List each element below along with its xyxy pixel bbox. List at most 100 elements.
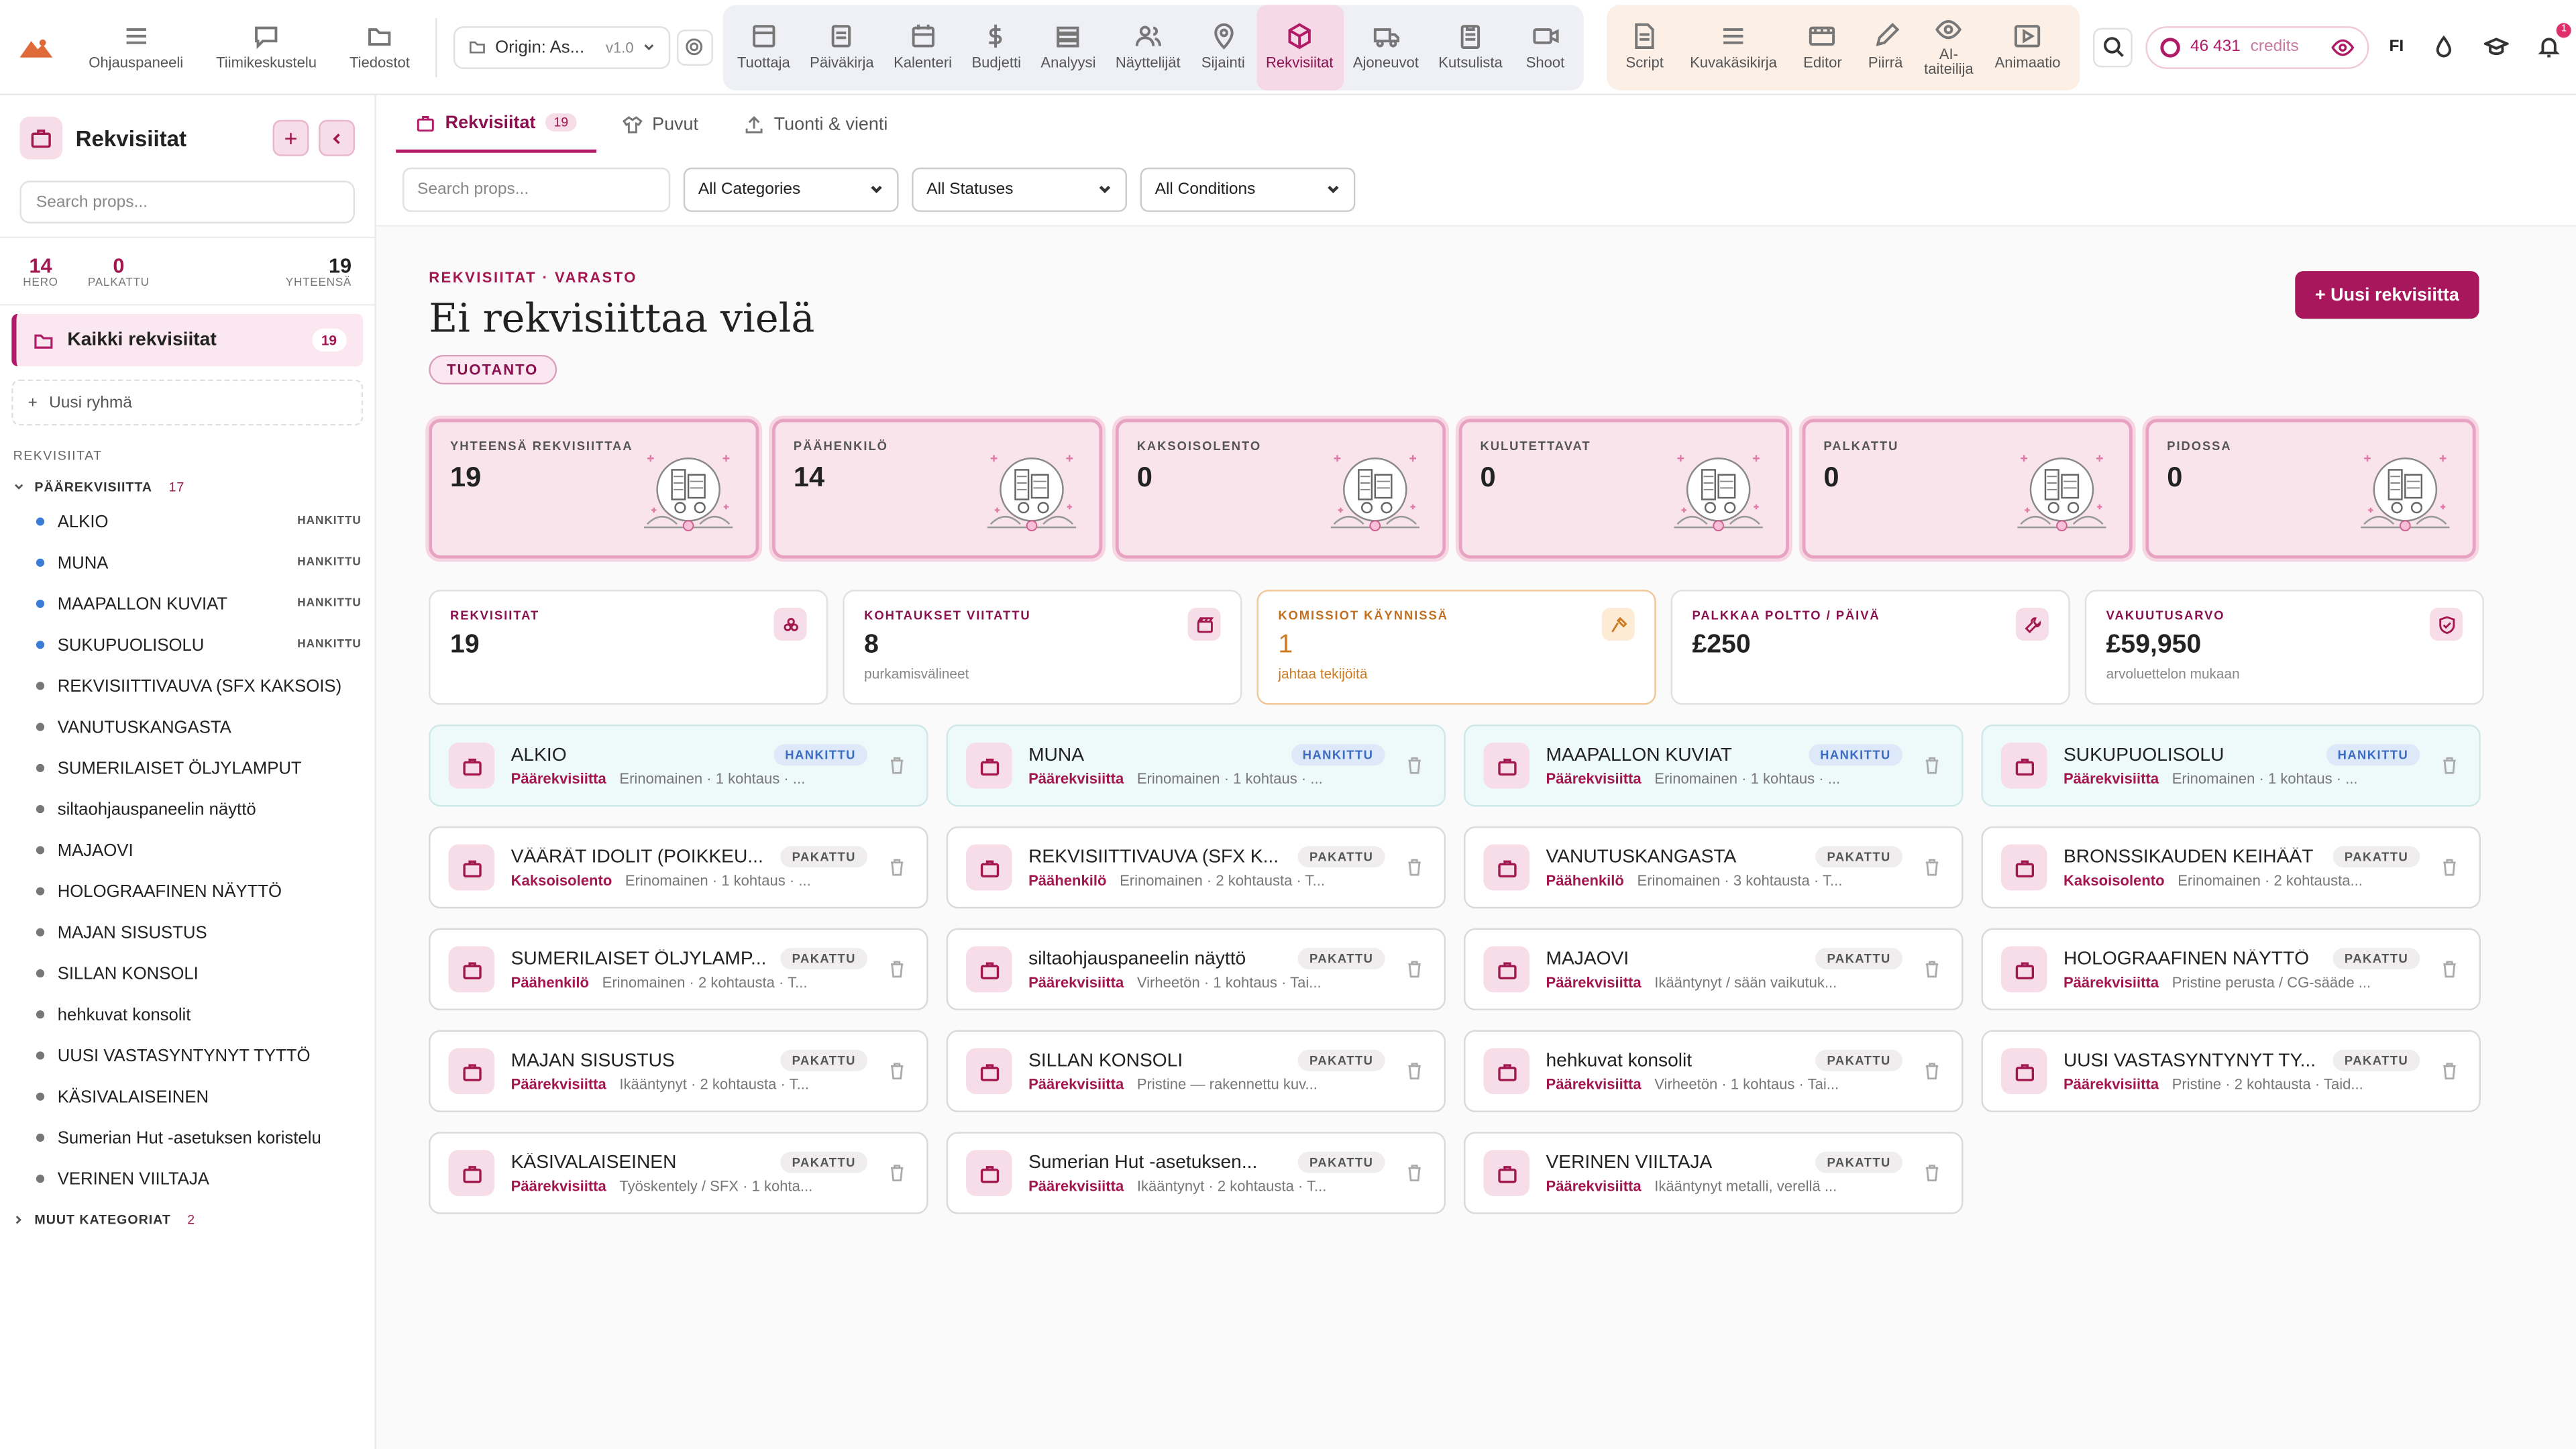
prop-card[interactable]: VANUTUSKANGASTA PAKATTU Päähenkilö Erinomai… bbox=[1464, 826, 1964, 909]
category-filter[interactable]: All Categories bbox=[683, 166, 899, 211]
sidebar-prop-item[interactable]: siltaohjauspaneelin näyttö bbox=[0, 789, 374, 830]
delete-prop-button[interactable] bbox=[1922, 1060, 1945, 1083]
prop-card[interactable]: SUKUPUOLISOLU HANKITTU Päärekvisiitta Erino… bbox=[1981, 724, 2481, 807]
tab-costumes[interactable]: Puvut bbox=[603, 95, 718, 153]
delete-prop-button[interactable] bbox=[1405, 1060, 1428, 1083]
tool-editor[interactable]: Editor bbox=[1790, 4, 1856, 89]
prop-card[interactable]: KÄSIVALAISEINEN PAKATTU Päärekvisiitta Työs… bbox=[429, 1132, 928, 1214]
nav-dashboard[interactable]: Ohjauspaneeli bbox=[72, 4, 200, 89]
sidebar-prop-item[interactable]: SUMERILAISET ÖLJYLAMPUT bbox=[0, 747, 374, 788]
delete-prop-button[interactable] bbox=[887, 1060, 910, 1083]
sidebar-prop-item[interactable]: SUKUPUOLISOLU HANKITTU bbox=[0, 625, 374, 665]
prop-card[interactable]: MAJAN SISUSTUS PAKATTU Päärekvisiitta Ikään… bbox=[429, 1030, 928, 1112]
delete-prop-button[interactable] bbox=[887, 754, 910, 777]
learn-button[interactable] bbox=[2476, 27, 2516, 66]
credits-badge[interactable]: 46 431 credits bbox=[2145, 25, 2370, 68]
sidebar-prop-item[interactable]: MUNA HANKITTU bbox=[0, 542, 374, 583]
module-journal[interactable]: Päiväkirja bbox=[800, 4, 883, 89]
prop-card[interactable]: siltaohjauspaneelin näyttö PAKATTU Päärekv… bbox=[946, 928, 1446, 1011]
delete-prop-button[interactable] bbox=[887, 856, 910, 879]
delete-prop-button[interactable] bbox=[2440, 958, 2463, 981]
category-header[interactable]: PÄÄREKVISIITTA 17 bbox=[0, 480, 374, 494]
tool-storyboard[interactable]: Kuvakäsikirja bbox=[1676, 4, 1790, 89]
notifications-button[interactable]: 1 bbox=[2528, 22, 2572, 66]
project-selector[interactable]: Origin: As... v1.0 bbox=[453, 25, 670, 68]
new-prop-button[interactable]: + Uusi rekvisiitta bbox=[2295, 271, 2479, 319]
prop-card[interactable]: hehkuvat konsolit PAKATTU Päärekvisiitta Vi… bbox=[1464, 1030, 1964, 1112]
prop-card[interactable]: REKVISIITTIVAUVA (SFX K... PAKATTU Päähenk… bbox=[946, 826, 1446, 909]
delete-prop-button[interactable] bbox=[1405, 856, 1428, 879]
tab-props[interactable]: Rekvisiitat 19 bbox=[396, 95, 596, 153]
prop-card[interactable]: Sumerian Hut -asetuksen... PAKATTU Päärekv… bbox=[946, 1132, 1446, 1214]
tool-animation[interactable]: Animaatio bbox=[1982, 4, 2074, 89]
delete-prop-button[interactable] bbox=[887, 1161, 910, 1184]
module-shoot[interactable]: Shoot bbox=[1513, 4, 1578, 89]
module-location[interactable]: Sijainti bbox=[1190, 4, 1256, 89]
sidebar-prop-item[interactable]: UUSI VASTASYNTYNYT TYTTÖ bbox=[0, 1035, 374, 1076]
prop-card[interactable]: MAJAOVI PAKATTU Päärekvisiitta Ikääntynyt /… bbox=[1464, 928, 1964, 1011]
condition-filter[interactable]: All Conditions bbox=[1140, 166, 1356, 211]
sidebar-prop-item[interactable]: HOLOGRAAFINEN NÄYTTÖ bbox=[0, 871, 374, 912]
prop-card[interactable]: HOLOGRAAFINEN NÄYTTÖ PAKATTU Päärekvisiitt… bbox=[1981, 928, 2481, 1011]
props-search-input[interactable]: Search props... bbox=[402, 166, 671, 211]
sidebar-prop-item[interactable]: KÄSIVALAISEINEN bbox=[0, 1076, 374, 1117]
module-call-sheet[interactable]: Kutsulista bbox=[1429, 4, 1513, 89]
sidebar-prop-item[interactable]: ALKIO HANKITTU bbox=[0, 501, 374, 542]
sidebar-prop-item[interactable]: MAJAOVI bbox=[0, 830, 374, 871]
new-group-button[interactable]: + Uusi ryhmä bbox=[11, 379, 364, 426]
status-filter[interactable]: All Statuses bbox=[912, 166, 1128, 211]
eye-icon[interactable] bbox=[2331, 36, 2355, 58]
app-logo[interactable] bbox=[0, 0, 72, 95]
delete-prop-button[interactable] bbox=[1922, 1161, 1945, 1184]
prop-card[interactable]: UUSI VASTASYNTYNYT TY... PAKATTU Päärekvis… bbox=[1981, 1030, 2481, 1112]
delete-prop-button[interactable] bbox=[887, 958, 910, 981]
sidebar-prop-item[interactable]: VANUTUSKANGASTA bbox=[0, 706, 374, 747]
sidebar-prop-item[interactable]: Sumerian Hut -asetuksen koristelu bbox=[0, 1117, 374, 1158]
nav-files[interactable]: Tiedostot bbox=[333, 4, 426, 89]
sidebar-prop-item[interactable]: MAAPALLON KUVIAT HANKITTU bbox=[0, 583, 374, 624]
sidebar-prop-item[interactable]: VERINEN VIILTAJA bbox=[0, 1159, 374, 1199]
delete-prop-button[interactable] bbox=[2440, 856, 2463, 879]
prop-card[interactable]: SILLAN KONSOLI PAKATTU Päärekvisiitta Prist… bbox=[946, 1030, 1446, 1112]
prop-card[interactable]: SUMERILAISET ÖLJYLAMP... PAKATTU Päähenkil… bbox=[429, 928, 928, 1011]
sidebar-prop-item[interactable]: hehkuvat konsolit bbox=[0, 994, 374, 1035]
delete-prop-button[interactable] bbox=[1922, 754, 1945, 777]
delete-prop-button[interactable] bbox=[1922, 856, 1945, 879]
nav-team-chat[interactable]: Tiimikeskustelu bbox=[200, 4, 333, 89]
module-props[interactable]: Rekvisiitat bbox=[1256, 4, 1344, 90]
sidebar-prop-item[interactable]: SILLAN KONSOLI bbox=[0, 953, 374, 994]
tool-script[interactable]: Script bbox=[1613, 4, 1677, 89]
add-prop-button[interactable]: + bbox=[272, 119, 309, 156]
tab-import-export[interactable]: Tuonti & vienti bbox=[724, 95, 908, 153]
prop-card[interactable]: MAAPALLON KUVIAT HANKITTU Päärekvisiitta Er… bbox=[1464, 724, 1964, 807]
other-categories-header[interactable]: MUUT KATEGORIAT 2 bbox=[0, 1212, 374, 1227]
tool-draw[interactable]: Piirrä bbox=[1855, 4, 1916, 89]
delete-prop-button[interactable] bbox=[2440, 1060, 2463, 1083]
module-analysis[interactable]: Analyysi bbox=[1031, 4, 1106, 89]
delete-prop-button[interactable] bbox=[1922, 958, 1945, 981]
search-button[interactable] bbox=[2093, 27, 2133, 67]
prop-card[interactable]: ALKIO HANKITTU Päärekvisiitta Erinomainen ·… bbox=[429, 724, 928, 807]
sidebar-prop-item[interactable]: REKVISIITTIVAUVA (SFX KAKSOIS) bbox=[0, 665, 374, 706]
prop-card[interactable]: MUNA HANKITTU Päärekvisiitta Erinomainen · … bbox=[946, 724, 1446, 807]
collapse-sidebar-button[interactable] bbox=[319, 119, 355, 156]
all-props-item[interactable]: Kaikki rekvisiitat 19 bbox=[11, 313, 364, 367]
prop-card[interactable]: VÄÄRÄT IDOLIT (POIKKEU... PAKATTU Kaksoiso… bbox=[429, 826, 928, 909]
module-vehicles[interactable]: Ajoneuvot bbox=[1343, 4, 1428, 89]
prop-card[interactable]: VERINEN VIILTAJA PAKATTU Päärekvisiitta Ikä… bbox=[1464, 1132, 1964, 1214]
module-producer[interactable]: Tuottaja bbox=[727, 4, 800, 89]
tool-ai-artist[interactable]: AI-taiteilija bbox=[1916, 4, 1982, 89]
project-settings-button[interactable] bbox=[676, 28, 713, 65]
language-selector[interactable]: FI bbox=[2383, 38, 2410, 56]
prop-card[interactable]: BRONSSIKAUDEN KEIHÄÄT PAKATTU Kaksoisolent… bbox=[1981, 826, 2481, 909]
sidebar-prop-item[interactable]: MAJAN SISUSTUS bbox=[0, 912, 374, 953]
module-calendar[interactable]: Kalenteri bbox=[883, 4, 961, 89]
module-cast[interactable]: Näyttelijät bbox=[1106, 4, 1190, 89]
module-budget[interactable]: Budjetti bbox=[962, 4, 1031, 89]
delete-prop-button[interactable] bbox=[2440, 754, 2463, 777]
sidebar-search-input[interactable]: Search props... bbox=[19, 180, 355, 224]
theme-toggle[interactable] bbox=[2424, 27, 2463, 66]
delete-prop-button[interactable] bbox=[1405, 754, 1428, 777]
delete-prop-button[interactable] bbox=[1405, 1161, 1428, 1184]
delete-prop-button[interactable] bbox=[1405, 958, 1428, 981]
